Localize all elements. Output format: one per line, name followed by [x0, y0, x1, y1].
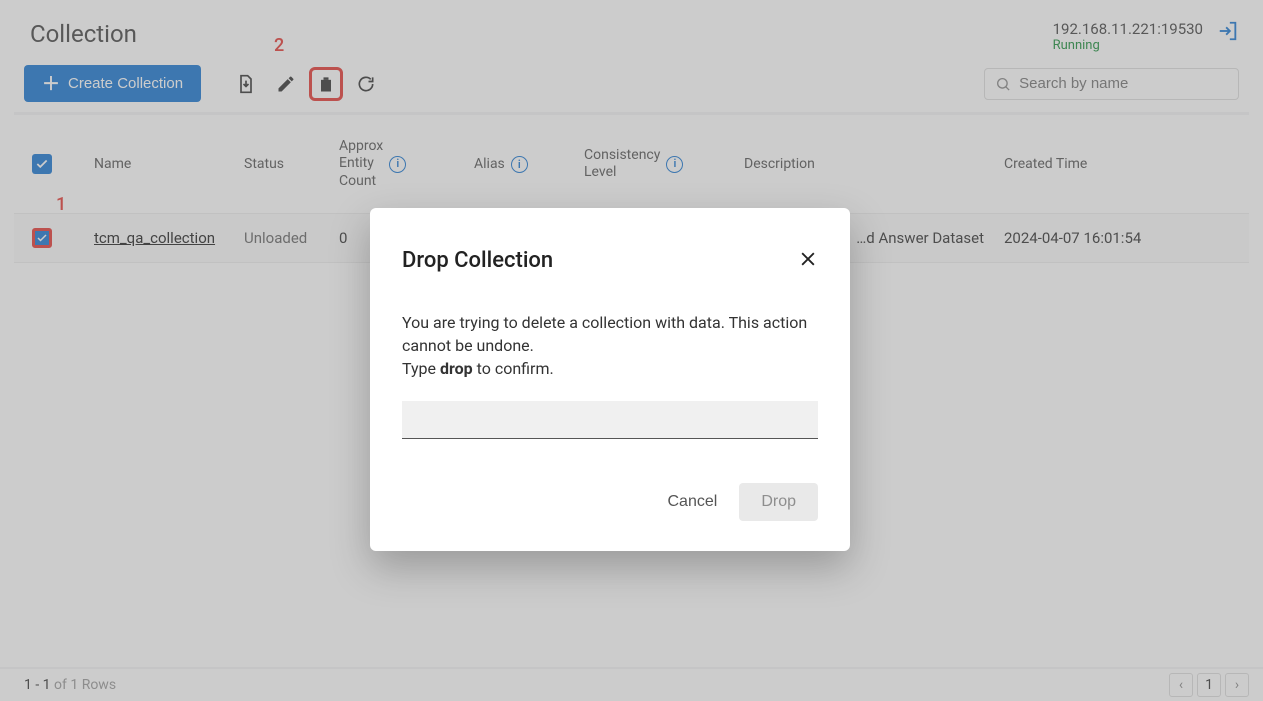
close-icon[interactable] — [798, 249, 818, 273]
drop-button[interactable]: Drop — [739, 483, 818, 521]
modal-title: Drop Collection — [402, 248, 553, 273]
confirm-input[interactable] — [402, 401, 818, 439]
drop-collection-modal: Drop Collection You are trying to delete… — [370, 208, 850, 551]
cancel-button[interactable]: Cancel — [660, 483, 726, 521]
modal-body: You are trying to delete a collection wi… — [402, 311, 818, 381]
